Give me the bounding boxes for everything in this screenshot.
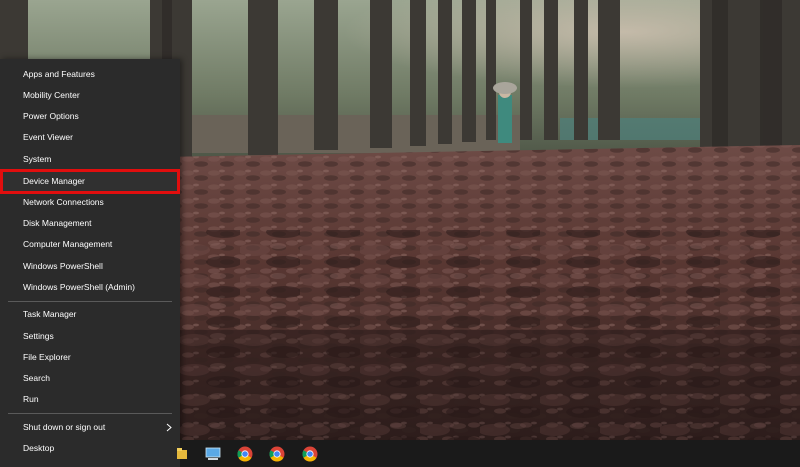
- file-explorer-icon[interactable]: [176, 440, 188, 467]
- menu-item-power-options[interactable]: Power Options: [0, 106, 180, 127]
- taskbar: [177, 440, 800, 467]
- menu-item-windows-powershell[interactable]: Windows PowerShell: [0, 256, 180, 277]
- menu-item-search[interactable]: Search: [0, 368, 180, 389]
- menu-item-disk-management[interactable]: Disk Management: [0, 213, 180, 234]
- chevron-right-icon: [166, 423, 172, 432]
- menu-separator: [8, 413, 172, 414]
- menu-item-apps-and-features[interactable]: Apps and Features: [0, 64, 180, 85]
- chrome-icon[interactable]: [228, 440, 261, 467]
- menu-item-desktop[interactable]: Desktop: [0, 438, 180, 459]
- menu-item-task-manager[interactable]: Task Manager: [0, 304, 180, 325]
- power-user-menu: Apps and Features Mobility Center Power …: [0, 59, 180, 467]
- menu-separator: [8, 301, 172, 302]
- menu-item-system[interactable]: System: [0, 149, 180, 170]
- menu-item-file-explorer[interactable]: File Explorer: [0, 347, 180, 368]
- chrome-icon[interactable]: [293, 440, 326, 467]
- menu-item-event-viewer[interactable]: Event Viewer: [0, 127, 180, 148]
- menu-item-label: Shut down or sign out: [23, 422, 106, 432]
- menu-item-settings[interactable]: Settings: [0, 326, 180, 347]
- this-pc-icon[interactable]: [196, 440, 229, 467]
- menu-item-shut-down-or-sign-out[interactable]: Shut down or sign out: [0, 417, 180, 438]
- menu-item-windows-powershell-admin[interactable]: Windows PowerShell (Admin): [0, 277, 180, 298]
- chrome-icon[interactable]: [260, 440, 293, 467]
- menu-item-run[interactable]: Run: [0, 389, 180, 410]
- menu-item-mobility-center[interactable]: Mobility Center: [0, 85, 180, 106]
- menu-item-computer-management[interactable]: Computer Management: [0, 234, 180, 255]
- menu-item-network-connections[interactable]: Network Connections: [0, 192, 180, 213]
- menu-item-device-manager[interactable]: Device Manager: [0, 169, 180, 194]
